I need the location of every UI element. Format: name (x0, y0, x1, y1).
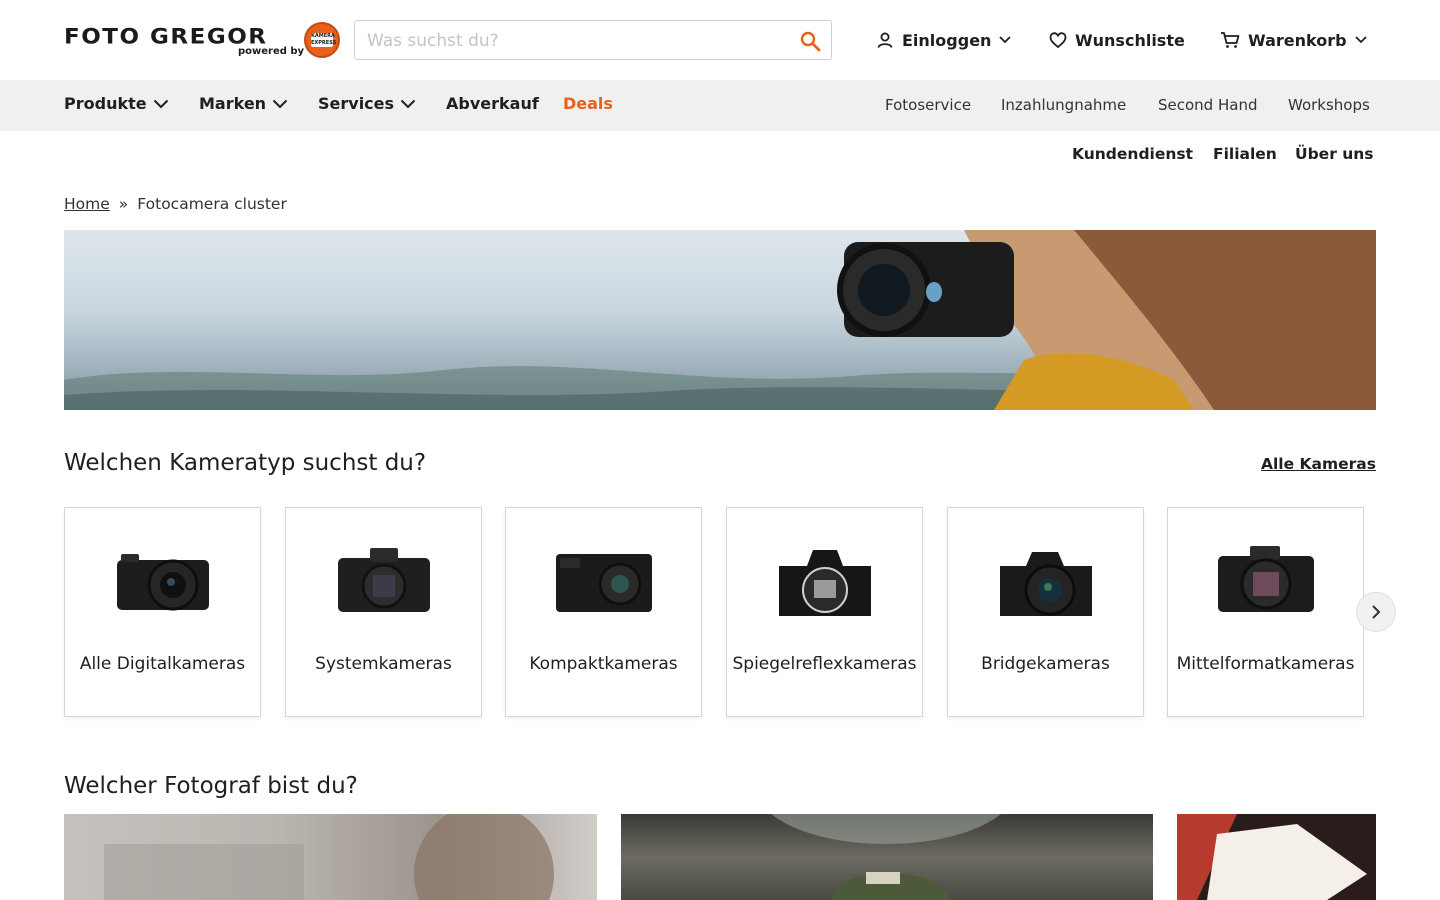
photographer-type-image[interactable] (621, 814, 1153, 900)
camera-card-kompaktkameras[interactable]: Kompaktkameras (505, 507, 702, 717)
nav-item-label: Produkte (64, 94, 147, 113)
chevron-down-icon (1354, 36, 1367, 44)
cart-button[interactable]: Warenkorb (1220, 28, 1367, 52)
hero-banner-image (64, 230, 1376, 410)
photographer-type-image[interactable] (64, 814, 597, 900)
camera-card-systemkameras[interactable]: Systemkameras (285, 507, 482, 717)
nav-link-second-hand[interactable]: Second Hand (1158, 96, 1257, 114)
photographer-image-content (771, 814, 1001, 900)
main-navigation: Produkte Marken Services Abverkauf Deals… (0, 80, 1440, 131)
nav-item-produkte[interactable]: Produkte (64, 94, 169, 113)
camera-card-spiegelreflexkameras[interactable]: Spiegelreflexkameras (726, 507, 923, 717)
nav-item-label: Marken (199, 94, 267, 113)
chevron-right-icon (1372, 605, 1381, 619)
camera-image (116, 554, 209, 611)
camera-card-label: Spiegelreflexkameras (732, 654, 917, 674)
logo-wordmark: FOTO GREGOR (64, 25, 268, 49)
cart-label: Warenkorb (1248, 30, 1347, 50)
top-header: FOTO GREGOR powered by KAMERA EXPRESS Ei… (0, 0, 1440, 80)
user-icon (877, 32, 893, 48)
breadcrumb: Home » Fotocamera cluster (64, 195, 287, 213)
photographer-image-content (64, 814, 597, 900)
hero-photographer-illustration (64, 230, 1376, 410)
logo[interactable]: FOTO GREGOR powered by KAMERA EXPRESS (64, 22, 340, 60)
wishlist-button[interactable]: Wunschliste (1049, 28, 1185, 52)
sub-link-filialen[interactable]: Filialen (1213, 145, 1277, 163)
login-label: Einloggen (902, 30, 992, 50)
camera-section-title: Welchen Kameratyp suchst du? (64, 450, 427, 476)
search-box (354, 20, 832, 60)
nav-item-label: Abverkauf (446, 94, 539, 113)
photographer-image-content (1197, 814, 1376, 900)
camera-card-bridgekameras[interactable]: Bridgekameras (947, 507, 1144, 717)
breadcrumb-current: Fotocamera cluster (137, 195, 287, 213)
camera-image (999, 552, 1092, 616)
camera-card-label: Bridgekameras (981, 654, 1110, 674)
search-input[interactable] (367, 29, 787, 53)
sub-link-kundendienst[interactable]: Kundendienst (1072, 145, 1193, 163)
nav-link-workshops[interactable]: Workshops (1288, 96, 1370, 114)
camera-image (778, 550, 871, 616)
nav-link-inzahlungnahme[interactable]: Inzahlungnahme (1001, 96, 1126, 114)
breadcrumb-separator: » (118, 195, 129, 213)
kamera-express-badge: KAMERA EXPRESS (304, 22, 340, 58)
photographer-section-title: Welcher Fotograf bist du? (64, 773, 358, 799)
nav-item-label: Services (318, 94, 395, 113)
cart-icon (1221, 32, 1240, 48)
nav-item-services[interactable]: Services (318, 94, 416, 113)
photographer-type-image[interactable] (1177, 814, 1376, 900)
camera-card-label: Systemkameras (315, 654, 452, 674)
nav-item-deals[interactable]: Deals (563, 94, 613, 113)
nav-item-marken[interactable]: Marken (199, 94, 288, 113)
heart-icon (1049, 32, 1067, 49)
camera-card-mittelformatkameras[interactable]: Mittelformatkameras (1167, 507, 1364, 717)
breadcrumb-home[interactable]: Home (64, 195, 110, 213)
camera-image (555, 554, 652, 612)
all-cameras-link[interactable]: Alle Kameras (1261, 455, 1376, 473)
logo-powered-by: powered by (238, 46, 305, 57)
camera-card-label: Alle Digitalkameras (79, 654, 246, 674)
chevron-down-icon (153, 99, 168, 108)
kamera-express-badge-text: KAMERA EXPRESS (311, 33, 337, 47)
carousel-next-button[interactable] (1356, 592, 1396, 632)
login-button[interactable]: Einloggen (876, 28, 1012, 52)
wishlist-label: Wunschliste (1075, 30, 1185, 50)
sub-link-ueber-uns[interactable]: Über uns (1295, 145, 1374, 163)
camera-card-label: Kompaktkameras (529, 654, 678, 674)
chevron-down-icon (999, 36, 1012, 44)
camera-card-alle-digitalkameras[interactable]: Alle Digitalkameras (64, 507, 261, 717)
nav-item-label: Deals (563, 94, 613, 113)
chevron-down-icon (272, 99, 288, 108)
camera-card-label: Mittelformatkameras (1176, 654, 1355, 674)
search-icon[interactable] (799, 30, 821, 52)
nav-item-abverkauf[interactable]: Abverkauf (446, 94, 539, 113)
camera-image (337, 548, 430, 612)
chevron-down-icon (400, 99, 416, 108)
nav-link-fotoservice[interactable]: Fotoservice (885, 96, 971, 114)
camera-image (1217, 546, 1314, 612)
